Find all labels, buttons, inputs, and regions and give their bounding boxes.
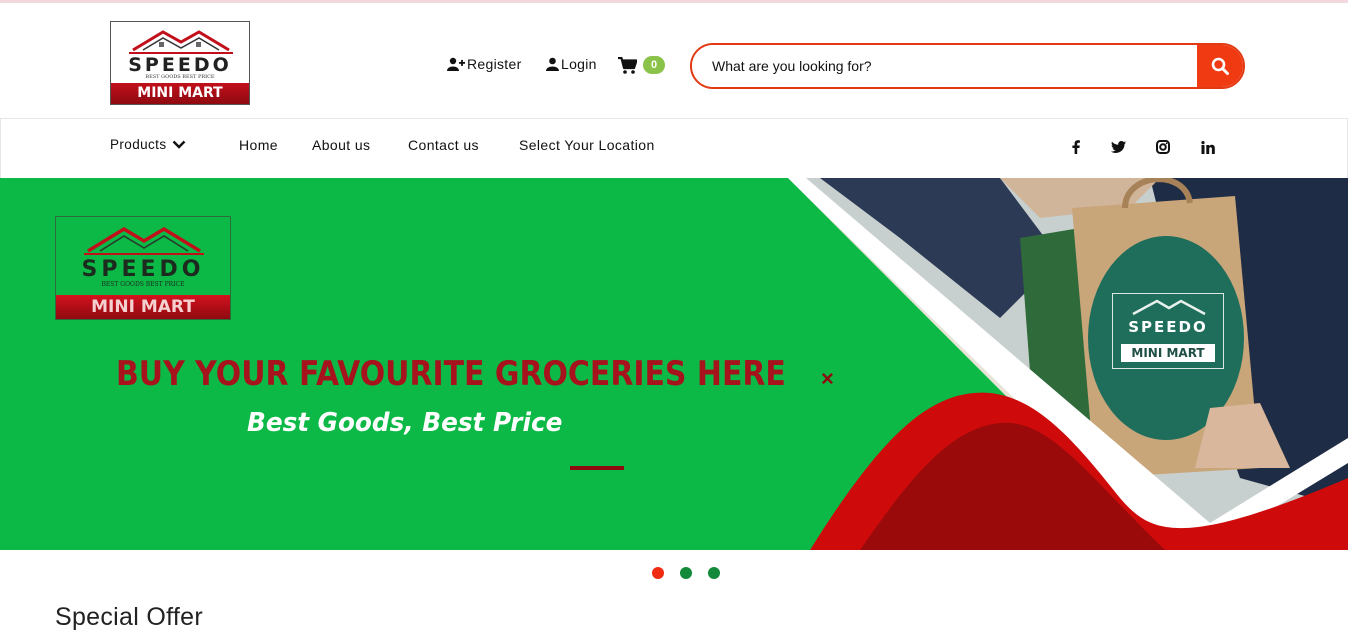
user-icon bbox=[546, 57, 559, 71]
logo-brand: SPEEDO bbox=[128, 54, 232, 76]
section-title: Special Offer bbox=[55, 603, 203, 631]
nav-contact-us[interactable]: Contact us bbox=[408, 137, 479, 153]
hero-banner: SPEEDO BEST GOODS BEST PRICE MINI MART S… bbox=[0, 178, 1348, 550]
nav-select-location[interactable]: Select Your Location bbox=[519, 137, 655, 153]
bag-logo: SPEEDO MINI MART bbox=[1112, 293, 1224, 369]
carousel-dot-2[interactable] bbox=[680, 567, 692, 579]
banner-logo-subtitle: MINI MART bbox=[56, 295, 230, 319]
search-input[interactable] bbox=[692, 45, 1197, 87]
search-button[interactable] bbox=[1197, 45, 1243, 87]
carousel-dot-3[interactable] bbox=[708, 567, 720, 579]
cart-count-badge: 0 bbox=[643, 56, 665, 74]
carousel-indicators bbox=[652, 567, 720, 579]
banner-logo: SPEEDO BEST GOODS BEST PRICE MINI MART bbox=[55, 216, 231, 320]
search-icon bbox=[1211, 57, 1229, 75]
products-label: Products bbox=[110, 137, 167, 152]
register-link[interactable]: Register bbox=[447, 56, 522, 72]
banner-divider bbox=[570, 466, 624, 470]
site-header: SPEEDO BEST GOODS BEST PRICE MINI MART R… bbox=[0, 3, 1348, 118]
instagram-icon[interactable] bbox=[1153, 137, 1173, 157]
chevron-down-icon bbox=[173, 140, 186, 149]
twitter-icon[interactable] bbox=[1108, 137, 1128, 157]
roof-logo-icon bbox=[84, 226, 204, 255]
register-label: Register bbox=[467, 56, 522, 72]
banner-logo-tagline: BEST GOODS BEST PRICE bbox=[101, 281, 185, 288]
login-label: Login bbox=[561, 56, 597, 72]
banner-subline: Best Goods, Best Price bbox=[247, 408, 563, 438]
login-link[interactable]: Login bbox=[546, 56, 597, 72]
site-logo[interactable]: SPEEDO BEST GOODS BEST PRICE MINI MART bbox=[110, 21, 250, 105]
nav-about-us[interactable]: About us bbox=[312, 137, 370, 153]
roof-logo-icon bbox=[1132, 299, 1206, 316]
products-dropdown[interactable]: Products bbox=[110, 137, 186, 152]
nav-home[interactable]: Home bbox=[239, 137, 278, 153]
close-icon[interactable]: × bbox=[821, 366, 834, 392]
facebook-icon[interactable] bbox=[1066, 137, 1086, 157]
carousel-dot-1[interactable] bbox=[652, 567, 664, 579]
bag-logo-subtitle: MINI MART bbox=[1121, 344, 1215, 362]
main-nav: Products Home About us Contact us Select… bbox=[0, 118, 1348, 178]
user-plus-icon bbox=[447, 57, 465, 71]
logo-tagline: BEST GOODS BEST PRICE bbox=[145, 74, 215, 80]
cart-button[interactable]: 0 bbox=[618, 56, 665, 74]
cart-icon bbox=[618, 56, 637, 74]
linkedin-icon[interactable] bbox=[1198, 137, 1218, 157]
banner-logo-brand: SPEEDO bbox=[81, 257, 205, 282]
logo-subtitle: MINI MART bbox=[111, 83, 249, 104]
bag-logo-brand: SPEEDO bbox=[1128, 318, 1208, 336]
search-bar bbox=[690, 43, 1245, 89]
banner-headline: BUY YOUR FAVOURITE GROCERIES HERE bbox=[116, 354, 786, 394]
roof-logo-icon bbox=[129, 30, 233, 54]
